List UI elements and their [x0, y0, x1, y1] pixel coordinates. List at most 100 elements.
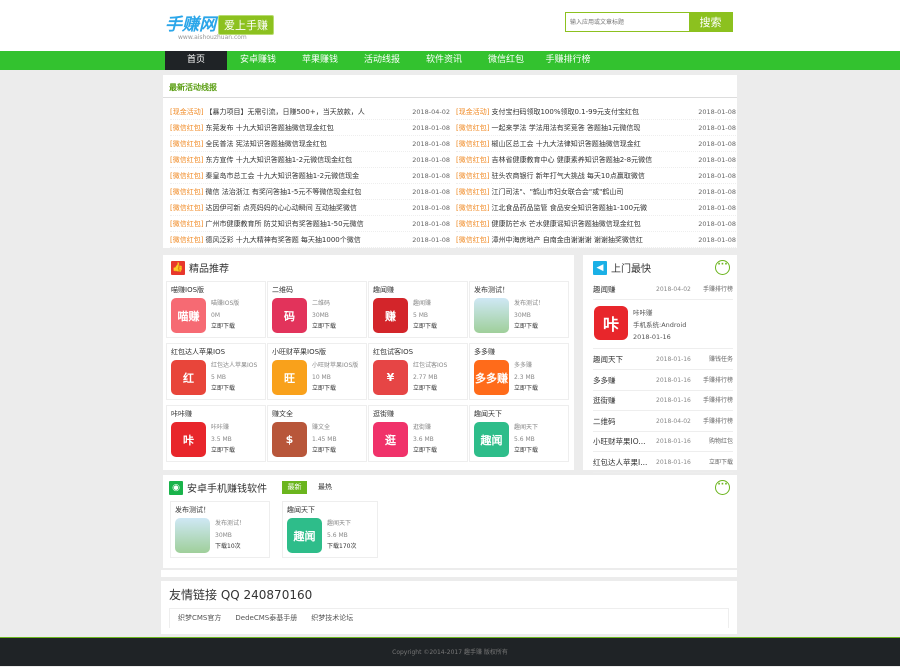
tab-newest[interactable]: 最新	[282, 481, 307, 494]
nav-item-2[interactable]: 苹果赚钱	[289, 51, 351, 70]
more-icon[interactable]: ···	[715, 480, 730, 495]
app-card[interactable]: 多多赚 多多赚 多多赚 2.3 MB 立即下载	[469, 343, 569, 400]
list-item[interactable]: 趣闻赚 2018-04-02 手赚排行榜	[593, 280, 733, 300]
download-link[interactable]: 立即下载	[211, 321, 239, 333]
news-row[interactable]: [微信红包] 东莞发布 十九大知识答题抽微信现金红包 2018-01-08	[170, 120, 450, 136]
news-title[interactable]: 【暴力项目】无需引流，日赚500+，当天放款，人	[205, 104, 406, 119]
download-link[interactable]: 立即下载	[413, 321, 437, 333]
app-name[interactable]: 多多赚	[474, 347, 564, 357]
news-tag[interactable]: [微信红包]	[456, 200, 489, 215]
news-row[interactable]: [微信红包] 秦皇岛市总工会 十九大知识答题抽1-2元微信现金 2018-01-08	[170, 168, 450, 184]
list-item[interactable]: 多多赚 2018-01-16 手赚排行榜	[593, 371, 733, 391]
nav-item-4[interactable]: 软件资讯	[413, 51, 475, 70]
app-icon[interactable]	[474, 298, 509, 333]
app-card[interactable]: 趣闻天下 趣闻 趣闻天下 5.6 MB 下载170次	[282, 501, 378, 558]
download-link[interactable]: 下载10次	[215, 541, 245, 553]
download-link[interactable]: 立即下载	[312, 383, 358, 395]
news-row[interactable]: [微信红包] 椒山区总工会 十九大法律知识答题抽微信现金红 2018-01-08	[456, 136, 736, 152]
friend-link[interactable]: 织梦CMS官方	[178, 609, 221, 628]
news-title[interactable]: 健康防芒水 芒水健康谣知识答题抽微信现金红包	[491, 216, 692, 231]
news-title[interactable]: 椒山区总工会 十九大法律知识答题抽微信现金红	[491, 136, 692, 151]
list-item[interactable]: 趣闻天下 2018-01-16 赚钱任务	[593, 350, 733, 370]
app-name[interactable]: 发布测试！	[474, 285, 564, 295]
app-name[interactable]: 咔咔赚	[171, 409, 261, 419]
app-icon[interactable]: 咔	[171, 422, 206, 457]
app-icon[interactable]: 趣闻	[287, 518, 322, 553]
nav-item-0[interactable]: 首页	[165, 51, 227, 70]
download-link[interactable]: 立即下载	[413, 445, 437, 457]
logo[interactable]: 手赚网	[165, 10, 216, 35]
tab-hottest[interactable]: 最热	[318, 481, 332, 494]
app-name[interactable]: 红包达人苹果IOS	[171, 347, 261, 357]
news-row[interactable]: [微信红包] 德风泛彩 十九大精神有奖答题 每天抽1000个微信 2018-01-0…	[170, 232, 450, 248]
app-icon[interactable]: ¥	[373, 360, 408, 395]
news-row[interactable]: [微信红包] 东方宣传 十九大知识答题抽1-2元微信现金红包 2018-01-08	[170, 152, 450, 168]
news-tag[interactable]: [微信红包]	[170, 120, 203, 135]
app-name[interactable]: 趣闻赚	[373, 285, 463, 295]
download-link[interactable]: 立即下载	[514, 445, 538, 457]
app-card[interactable]: 趣闻天下 趣闻 趣闻天下 5.6 MB 立即下载	[469, 405, 569, 462]
news-tag[interactable]: [微信红包]	[170, 136, 203, 151]
news-tag[interactable]: [微信红包]	[456, 216, 489, 231]
app-icon[interactable]: 趣闻	[474, 422, 509, 457]
news-title[interactable]: 支付宝扫码领取100%领取0.1-99元支付宝红包	[491, 104, 692, 119]
news-tag[interactable]: [微信红包]	[456, 184, 489, 199]
app-name[interactable]: 喵赚IOS版	[171, 285, 261, 295]
news-title[interactable]: 微信 法治浙江 有奖问答抽1-5元不等微信现金红包	[205, 184, 406, 199]
news-tag[interactable]: [现金活动]	[170, 104, 203, 119]
app-icon[interactable]: 赚	[373, 298, 408, 333]
news-title[interactable]: 驻头农商银行 新年打气大挑战 每天10点赢取微信	[491, 168, 692, 183]
app-name[interactable]: 逛街赚	[373, 409, 463, 419]
app-card[interactable]: 趣闻赚赚趣闻赚 5 MB 立即下载	[368, 281, 468, 338]
news-title[interactable]: 广州市健康教育所 防艾知识有奖答题抽1-50元微信	[205, 216, 406, 231]
nav-item-1[interactable]: 安卓赚钱	[227, 51, 289, 70]
app-card[interactable]: 红包试客IOS ¥ 红包试客IOS 2.77 MB 立即下载	[368, 343, 468, 400]
news-tag[interactable]: [现金活动]	[456, 104, 489, 119]
news-row[interactable]: [微信红包] 全民普法 宪法知识答题抽微信现金红包 2018-01-08	[170, 136, 450, 152]
news-row[interactable]: [微信红包] 江北食品药品监管 食品安全知识答题抽1-100元微 2018-01-0…	[456, 200, 736, 216]
news-title[interactable]: 东方宣传 十九大知识答题抽1-2元微信现金红包	[205, 152, 406, 167]
download-link[interactable]: 下载170次	[327, 541, 356, 553]
news-tag[interactable]: [微信红包]	[456, 232, 489, 247]
list-item[interactable]: 红包达人苹果I... 2018-01-16 立即下载	[593, 453, 733, 473]
search-button[interactable]: 搜索	[689, 13, 732, 31]
news-tag[interactable]: [微信红包]	[456, 120, 489, 135]
news-row[interactable]: [微信红包] 微信 法治浙江 有奖问答抽1-5元不等微信现金红包 2018-01-0…	[170, 184, 450, 200]
news-title[interactable]: 吉林省健康教育中心 健康素养知识答题抽2-8元微信	[491, 152, 692, 167]
app-card[interactable]: 咔咔赚咔咔咔赚 3.5 MB 立即下载	[166, 405, 266, 462]
featured-app[interactable]: 咔 咔咔赚 手机系统:Android 2018-01-16	[593, 304, 733, 349]
search-input[interactable]	[566, 13, 689, 31]
news-tag[interactable]: [微信红包]	[170, 152, 203, 167]
news-row[interactable]: [微信红包] 江门司法"、"鹤山市妇女联合会"或"鹤山司 2018-01-08	[456, 184, 736, 200]
news-row[interactable]: [微信红包] 一起来学法 学法用法有奖竞答 答题抽1元微信现 2018-01-08	[456, 120, 736, 136]
news-tag[interactable]: [微信红包]	[456, 168, 489, 183]
download-link[interactable]: 立即下载	[211, 383, 257, 395]
app-name[interactable]: 小旺财苹果IOS版	[272, 347, 362, 357]
list-item[interactable]: 逛街赚 2018-01-16 手赚排行榜	[593, 391, 733, 411]
news-tag[interactable]: [微信红包]	[170, 232, 203, 247]
app-icon[interactable]: 码	[272, 298, 307, 333]
list-item[interactable]: 小旺财苹果IO... 2018-01-16 购物红包	[593, 432, 733, 452]
nav-item-6[interactable]: 手赚排行榜	[537, 51, 599, 70]
download-link[interactable]: 立即下载	[413, 383, 447, 395]
app-name[interactable]: 赚文全	[272, 409, 362, 419]
app-icon[interactable]: $	[272, 422, 307, 457]
news-row[interactable]: [现金活动] 支付宝扫码领取100%领取0.1-99元支付宝红包 2018-01-0…	[456, 104, 736, 120]
download-link[interactable]: 立即下载	[514, 321, 544, 333]
app-name[interactable]: 红包试客IOS	[373, 347, 463, 357]
download-link[interactable]: 立即下载	[312, 321, 336, 333]
app-name[interactable]: 发布测试！	[175, 505, 265, 515]
download-link[interactable]: 立即下载	[312, 445, 337, 457]
app-icon[interactable]: 旺	[272, 360, 307, 395]
more-icon[interactable]: ···	[715, 260, 730, 275]
news-row[interactable]: [现金活动] 【暴力项目】无需引流，日赚500+，当天放款，人 2018-04-02	[170, 104, 450, 120]
app-icon[interactable]	[175, 518, 210, 553]
news-title[interactable]: 东莞发布 十九大知识答题抽微信现金红包	[205, 120, 406, 135]
news-title[interactable]: 全民普法 宪法知识答题抽微信现金红包	[205, 136, 406, 151]
app-icon[interactable]: 逛	[373, 422, 408, 457]
app-icon[interactable]: 喵赚	[171, 298, 206, 333]
app-name[interactable]: 二维码	[272, 285, 362, 295]
download-link[interactable]: 立即下载	[514, 383, 538, 395]
news-tag[interactable]: [微信红包]	[170, 168, 203, 183]
friend-link[interactable]: 织梦技术论坛	[311, 609, 353, 628]
